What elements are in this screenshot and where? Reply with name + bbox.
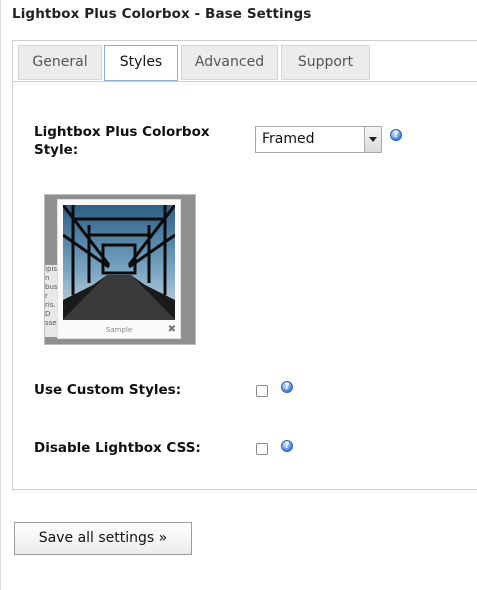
page-title: Lightbox Plus Colorbox - Base Settings <box>12 6 312 22</box>
settings-panel: General Styles Advanced Support Lightbox… <box>12 40 477 490</box>
custom-styles-checkbox[interactable] <box>256 385 268 397</box>
style-preview-image: ipis n bus r ris. D sset Sample ✖ <box>44 194 196 345</box>
style-label: Lightbox Plus Colorbox Style: <box>34 123 210 159</box>
style-select-value: Framed <box>262 131 315 147</box>
help-question-icon[interactable]: ? <box>281 440 293 452</box>
tab-support[interactable]: Support <box>281 45 370 80</box>
style-label-line1: Lightbox Plus Colorbox <box>34 124 210 140</box>
preview-caption: Sample <box>105 326 133 334</box>
tab-bar: General Styles Advanced Support <box>13 41 477 82</box>
save-all-settings-button[interactable]: Save all settings » <box>14 522 192 555</box>
style-label-line2: Style: <box>34 142 79 158</box>
help-question-icon[interactable]: ? <box>281 381 293 393</box>
custom-styles-label: Use Custom Styles: <box>34 382 182 398</box>
style-select[interactable]: Framed <box>255 126 382 153</box>
page-left-border <box>0 0 1 590</box>
close-icon: ✖ <box>167 324 176 335</box>
tab-general[interactable]: General <box>18 45 102 80</box>
chevron-down-icon[interactable] <box>364 127 381 152</box>
help-question-icon[interactable]: ? <box>390 129 402 141</box>
bridge-photo <box>61 204 177 320</box>
tab-styles[interactable]: Styles <box>104 45 178 81</box>
disable-css-label: Disable Lightbox CSS: <box>34 440 201 456</box>
preview-frame: Sample ✖ <box>57 199 181 339</box>
disable-css-checkbox[interactable] <box>256 443 268 455</box>
tab-advanced[interactable]: Advanced <box>181 45 278 80</box>
